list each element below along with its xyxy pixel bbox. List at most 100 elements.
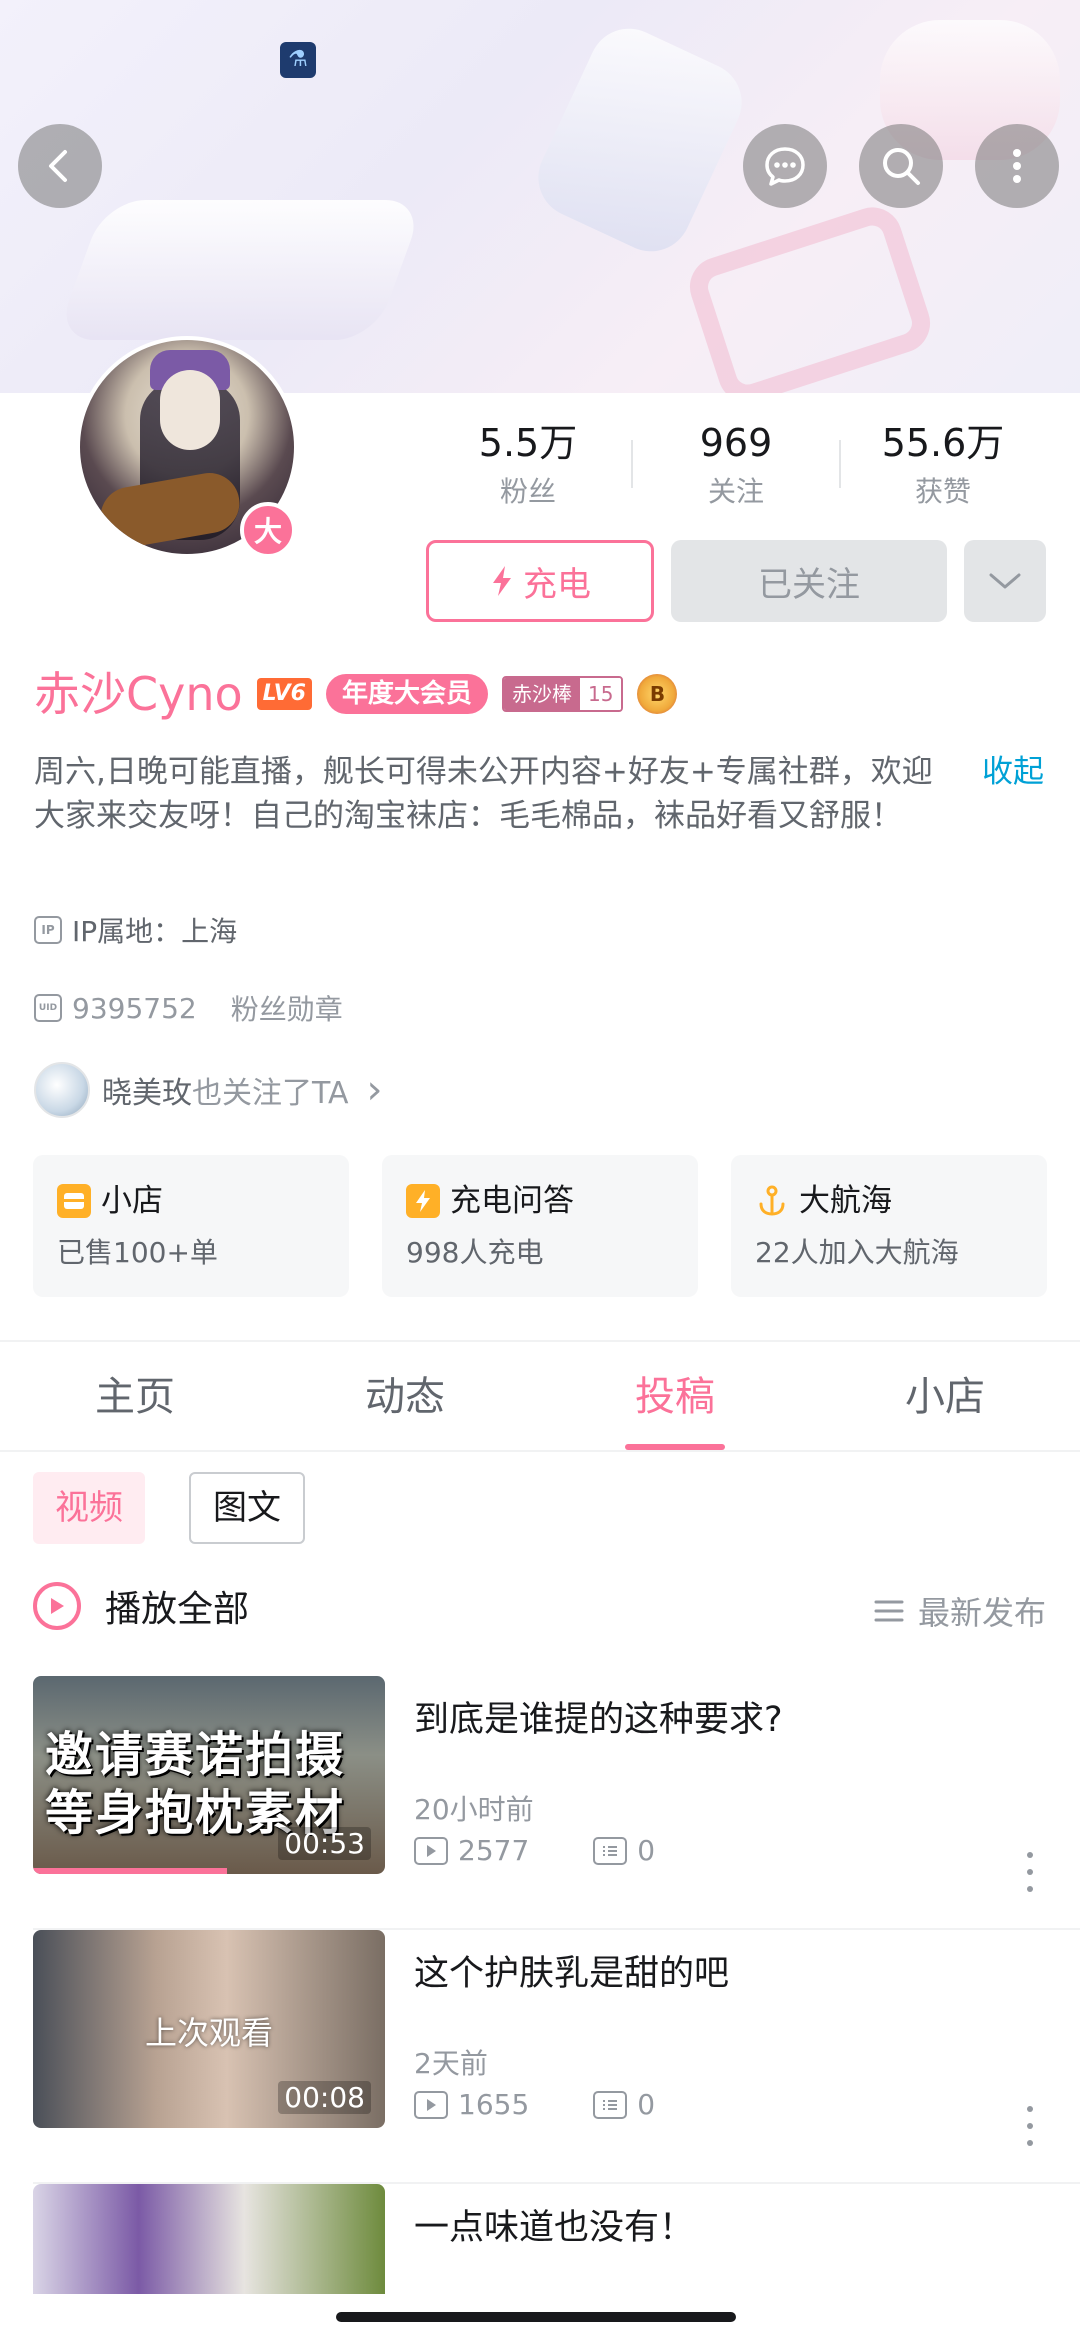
flask-icon: ⚗	[280, 42, 316, 78]
ip-location-text: IP属地：上海	[72, 915, 238, 948]
shop-card[interactable]: 小店 已售100+单	[33, 1155, 349, 1297]
rank-badge-icon[interactable]: B	[637, 674, 678, 714]
mutual-follow-row[interactable]: 晓美玫 也关注了TA ›	[34, 1062, 383, 1118]
more-options-button[interactable]	[975, 124, 1059, 208]
chevron-right-icon: ›	[366, 1067, 383, 1113]
back-button[interactable]	[18, 124, 102, 208]
charge-qa-card-subtitle: 998人充电	[406, 1236, 544, 1269]
more-vertical-icon	[1013, 149, 1021, 183]
name-row: 赤沙Cyno LV6 年度大会员 赤沙棒 15 B	[34, 666, 678, 722]
video-duration: 00:08	[278, 2081, 371, 2114]
sort-button[interactable]: 最新发布	[874, 1588, 1046, 1634]
follow-dropdown-button[interactable]	[964, 540, 1046, 622]
shop-icon	[57, 1184, 91, 1218]
uid-text[interactable]: 9395752	[72, 992, 197, 1025]
charge-qa-card-title: 充电问答	[450, 1183, 574, 1219]
watch-progress-bar	[33, 1868, 227, 1874]
video-thumbnail[interactable]: 上次观看 00:08	[33, 1930, 385, 2128]
search-button[interactable]	[859, 124, 943, 208]
video-item[interactable]: 一点味道也没有！	[0, 2184, 1080, 2294]
ip-icon: IP	[34, 916, 62, 944]
divider	[839, 440, 841, 488]
video-publish-time: 2天前	[414, 2047, 488, 2080]
video-more-button[interactable]	[1020, 2106, 1040, 2146]
shop-card-title: 小店	[101, 1183, 163, 1219]
tab-shop[interactable]: 小店	[810, 1342, 1080, 1450]
vip-avatar-badge: 大	[240, 502, 296, 558]
chevron-left-icon	[49, 150, 67, 182]
fleet-card[interactable]: 大航海 22人加入大航海	[731, 1155, 1047, 1297]
list-icon	[874, 1600, 904, 1622]
play-count: 1655	[458, 2088, 530, 2121]
video-item[interactable]: 上次观看 00:08 这个护肤乳是甜的吧 2天前 1655 0	[0, 1930, 1080, 2184]
uid-icon: UID	[34, 994, 62, 1022]
tab-posts[interactable]: 投稿	[540, 1342, 810, 1450]
level-badge: LV6	[256, 678, 312, 710]
mutual-user-avatar	[34, 1062, 90, 1118]
video-stats: 1655 0	[414, 2088, 655, 2121]
video-thumbnail[interactable]	[33, 2184, 385, 2294]
anchor-icon	[755, 1184, 789, 1218]
filter-video-chip[interactable]: 视频	[33, 1472, 145, 1544]
followed-label: 已关注	[758, 564, 860, 605]
comment-count-icon	[593, 1836, 628, 1865]
bio-text: 周六,日晚可能直播，舰长可得未公开内容+好友+专属社群，欢迎大家来交友呀！自己的…	[34, 754, 933, 834]
tab-home[interactable]: 主页	[0, 1342, 270, 1450]
uid-row: UID 9395752 粉丝勋章	[34, 988, 343, 1028]
avatar-figure	[95, 468, 245, 552]
chevron-down-icon	[989, 573, 1021, 589]
video-publish-time: 20小时前	[414, 1793, 534, 1826]
video-more-button[interactable]	[1020, 1852, 1040, 1892]
fan-medal-name: 赤沙棒	[503, 678, 580, 710]
fans-count: 5.5万	[478, 421, 578, 465]
banner-decoration	[525, 15, 755, 265]
charge-qa-card[interactable]: 充电问答 998人充电	[382, 1155, 698, 1297]
video-duration: 00:53	[278, 1827, 371, 1860]
fan-medal[interactable]: 赤沙棒 15	[501, 676, 624, 712]
video-title[interactable]: 一点味道也没有！	[414, 2204, 1034, 2252]
video-thumbnail[interactable]: 邀请赛诺拍摄等身抱枕素材 00:53	[33, 1676, 385, 1874]
video-title[interactable]: 到底是谁提的这种要求?	[414, 1696, 1034, 1744]
shop-card-subtitle: 已售100+单	[57, 1236, 218, 1269]
home-indicator[interactable]	[336, 2312, 736, 2322]
comment-count: 0	[637, 1834, 656, 1867]
video-item[interactable]: 邀请赛诺拍摄等身抱枕素材 00:53 到底是谁提的这种要求? 20小时前 257…	[0, 1676, 1080, 1930]
profile-tabs: 主页 动态 投稿 小店	[0, 1342, 1080, 1452]
message-button[interactable]	[743, 124, 827, 208]
vip-tag[interactable]: 年度大会员	[325, 674, 488, 714]
play-count: 2577	[458, 1834, 530, 1867]
lightning-icon	[493, 566, 511, 596]
filter-article-chip[interactable]: 图文	[189, 1472, 305, 1544]
banner-decoration	[682, 199, 938, 393]
following-label: 关注	[707, 475, 764, 508]
last-watched-label: 上次观看	[144, 2014, 273, 2052]
video-title[interactable]: 这个护肤乳是甜的吧	[414, 1950, 1034, 1998]
fleet-card-subtitle: 22人加入大航海	[755, 1236, 959, 1269]
tab-dynamics[interactable]: 动态	[270, 1342, 540, 1450]
comment-count-icon	[593, 2090, 628, 2119]
followed-button[interactable]: 已关注	[671, 540, 947, 622]
play-all-button[interactable]: 播放全部	[33, 1580, 249, 1632]
divider	[631, 440, 633, 488]
mutual-follow-text: 也关注了TA	[192, 1076, 349, 1111]
fans-stat[interactable]: 5.5万 粉丝	[428, 420, 628, 512]
fan-medal-level: 15	[579, 678, 622, 710]
mutual-user-name: 晓美玫	[102, 1076, 192, 1111]
following-stat[interactable]: 969 关注	[636, 420, 836, 512]
play-count-icon	[414, 2090, 448, 2119]
likes-stat[interactable]: 55.6万 获赞	[843, 420, 1043, 512]
following-count: 969	[699, 421, 773, 465]
play-all-label: 播放全部	[105, 1589, 250, 1630]
fan-medal-link[interactable]: 粉丝勋章	[231, 988, 343, 1028]
comment-count: 0	[637, 2088, 656, 2121]
ip-location-row: IP IP属地：上海	[34, 910, 237, 950]
charge-label: 充电	[523, 564, 591, 605]
video-stats: 2577 0	[414, 1834, 655, 1867]
collapse-bio-link[interactable]: 收起	[982, 750, 1044, 794]
lightning-icon	[406, 1184, 440, 1218]
charge-button[interactable]: 充电	[426, 540, 654, 622]
username: 赤沙Cyno	[34, 667, 243, 721]
fleet-card-title: 大航海	[799, 1183, 892, 1219]
fans-label: 粉丝	[499, 475, 556, 508]
avatar-figure	[160, 370, 220, 450]
